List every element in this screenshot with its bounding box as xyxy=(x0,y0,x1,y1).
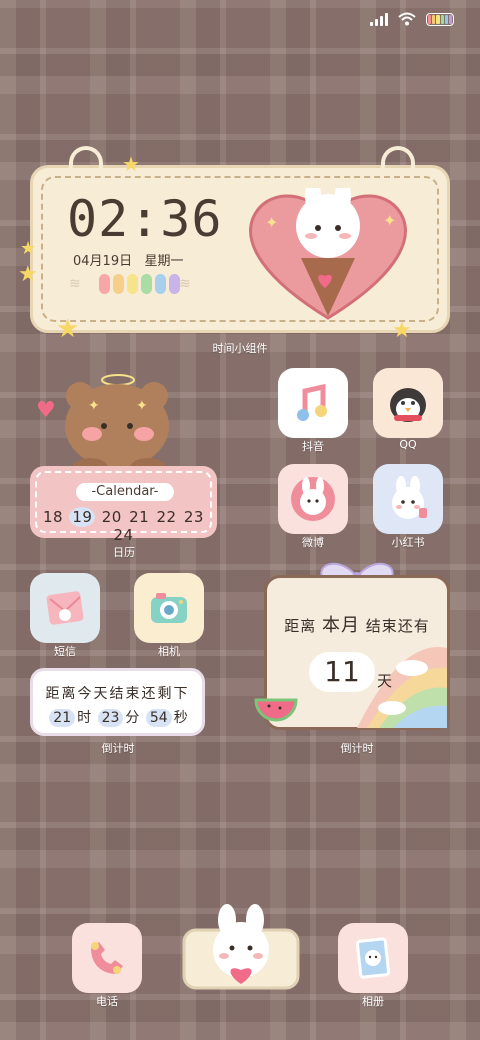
day-countdown-label: 倒计时 xyxy=(101,742,135,755)
clock-date: 04月19日 星期一 xyxy=(73,250,184,269)
svg-text:✦: ✦ xyxy=(383,211,396,230)
calendar-day: 21 xyxy=(129,508,150,526)
photo-icon xyxy=(355,937,391,979)
hanging-loop xyxy=(69,146,103,172)
music-note-icon xyxy=(297,383,327,421)
star-icon: ★ xyxy=(122,152,140,176)
calendar-week-row: 18 19 20 21 22 23 24 xyxy=(30,507,217,544)
calendar-day-today: 19 xyxy=(69,507,96,527)
hours-value: 21 xyxy=(49,709,76,727)
month-countdown-label: 倒计时 xyxy=(340,742,374,755)
day-countdown-time: 21 时 23 分 54 秒 xyxy=(33,707,202,727)
phone-app-label: 电话 xyxy=(96,995,118,1008)
hours-unit: 时 xyxy=(77,710,92,726)
wing-icon: ≋ xyxy=(179,276,191,292)
calendar-day: 24 xyxy=(113,526,134,544)
douyin-app-icon[interactable] xyxy=(278,368,348,438)
calendar-day: 18 xyxy=(43,508,64,526)
bunny-heart-widget xyxy=(182,904,300,990)
bear-illustration: ✦ ✦ xyxy=(65,374,169,478)
bunny-icecream-illustration: ✦ ✦ xyxy=(249,188,407,320)
calendar-day: 23 xyxy=(183,508,204,526)
minutes-value: 23 xyxy=(97,709,124,727)
envelope-icon xyxy=(46,591,84,625)
heart-icon: ♥ xyxy=(36,398,56,423)
clock-widget-label: 时间小组件 xyxy=(212,342,268,355)
weibo-app-label: 微博 xyxy=(302,536,324,549)
minutes-unit: 分 xyxy=(125,710,140,726)
xiaohongshu-app-label: 小红书 xyxy=(391,536,425,549)
phone-icon xyxy=(91,942,123,974)
calendar-widget-label: 日历 xyxy=(113,546,135,559)
svg-text:✦: ✦ xyxy=(88,398,100,414)
weibo-app-icon[interactable] xyxy=(278,464,348,534)
countdown-days-unit: 天 xyxy=(377,672,393,690)
calendar-header: -Calendar- xyxy=(76,483,174,501)
camera-app-label: 相机 xyxy=(158,645,180,658)
qq-app-label: QQ xyxy=(399,438,417,451)
seconds-unit: 秒 xyxy=(173,710,188,726)
gallery-app-icon[interactable] xyxy=(338,923,408,993)
calendar-day: 20 xyxy=(101,508,122,526)
countdown-days-value: 11 xyxy=(309,652,375,692)
battery-pills xyxy=(99,274,180,294)
bunny-icon xyxy=(291,477,335,521)
battery-icon xyxy=(426,12,454,26)
countdown-suffix: 结束还有 xyxy=(365,617,430,635)
camera-app-icon[interactable] xyxy=(134,573,204,643)
watermelon-icon xyxy=(254,698,298,722)
hanging-loop xyxy=(381,146,415,172)
penguin-icon xyxy=(390,388,426,422)
star-icon: ★ xyxy=(392,318,412,343)
weekday-text: 星期一 xyxy=(144,254,184,269)
qq-app-icon[interactable] xyxy=(373,368,443,438)
star-icon: ★ xyxy=(56,314,80,344)
status-bar xyxy=(370,12,454,26)
svg-text:✦: ✦ xyxy=(136,398,148,414)
messages-app-icon[interactable] xyxy=(30,573,100,643)
calendar-widget[interactable]: -Calendar- 18 19 20 21 22 23 24 xyxy=(30,466,217,544)
xiaohongshu-app-icon[interactable] xyxy=(373,464,443,534)
month-countdown-title: 距离 本月 结束还有 xyxy=(267,611,447,637)
gallery-app-label: 相册 xyxy=(362,995,384,1008)
seconds-value: 54 xyxy=(145,709,172,727)
messages-app-label: 短信 xyxy=(54,645,76,658)
countdown-prefix: 距离 xyxy=(284,617,317,635)
clock-widget[interactable]: 02:36 04月19日 星期一 ≋ ≋ ✦ ✦ xyxy=(30,146,450,333)
camera-icon xyxy=(151,593,187,623)
clock-time: 02:36 xyxy=(67,190,223,248)
bunny-icon xyxy=(392,476,427,519)
signal-icon xyxy=(370,12,388,26)
douyin-app-label: 抖音 xyxy=(302,440,324,453)
date-text: 04月19日 xyxy=(73,254,133,269)
star-icon: ★ xyxy=(18,262,38,287)
star-icon: ★ xyxy=(20,238,37,259)
wifi-icon xyxy=(398,12,416,26)
svg-text:✦: ✦ xyxy=(265,213,278,232)
calendar-day: 22 xyxy=(156,508,177,526)
countdown-highlight: 本月 xyxy=(322,615,360,636)
wing-icon: ≋ xyxy=(69,276,81,292)
phone-app-icon[interactable] xyxy=(72,923,142,993)
day-countdown-widget[interactable]: 距离今天结束还剩下 21 时 23 分 54 秒 xyxy=(30,668,205,736)
day-countdown-title: 距离今天结束还剩下 xyxy=(45,686,190,702)
